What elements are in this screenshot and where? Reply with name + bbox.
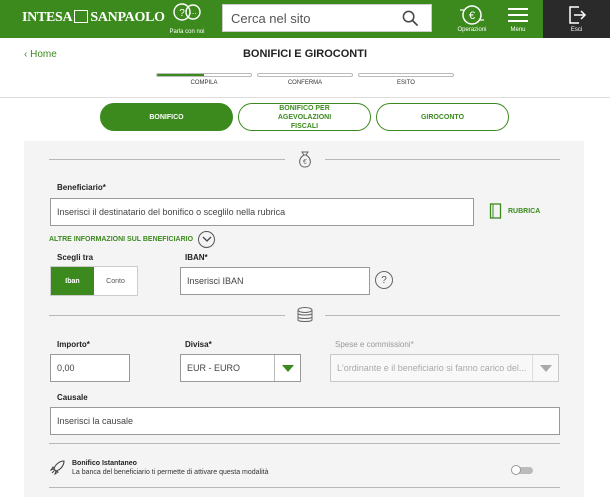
istantaneo-description: La banca del beneficiario ti permette di… <box>72 469 269 476</box>
step-bar <box>257 73 353 77</box>
divisa-select[interactable]: EUR - EURO <box>180 354 301 382</box>
divisa-value: EUR - EURO <box>187 363 241 373</box>
section-rule <box>49 443 560 444</box>
step-label: ESITO <box>397 80 415 86</box>
step-bar <box>358 73 454 77</box>
brand-right: SANPAOLO <box>90 10 165 25</box>
altre-info-label: ALTRE INFORMAZIONI SUL BENEFICIARIO <box>49 236 194 243</box>
beneficiario-input[interactable]: Inserisci il destinatario del bonifico o… <box>50 198 474 226</box>
section-rule <box>325 159 560 160</box>
toggle-knob <box>511 465 521 475</box>
step-bar <box>156 73 252 77</box>
chat-bubbles-icon: ? … <box>168 3 206 29</box>
altre-info-toggle[interactable]: ALTRE INFORMAZIONI SUL BENEFICIARIO <box>49 231 216 248</box>
tab-bonifico-agevolazioni[interactable]: BONIFICO PER AGEVOLAZIONI FISCALI <box>238 103 371 131</box>
importo-label: Importo* <box>57 340 90 349</box>
top-bar: INTESA SANPAOLO ? … Parla con noi € <box>0 0 610 38</box>
exit-button[interactable]: Esci <box>543 0 610 38</box>
menu-label: Menu <box>510 27 526 33</box>
step-label: CONFERMA <box>287 80 323 86</box>
scegli-label: Scegli tra <box>57 253 94 262</box>
talk-button[interactable]: ? … Parla con noi <box>168 3 206 35</box>
brand-mark-icon <box>74 10 89 23</box>
rubrica-label: RUBRICA <box>508 207 541 215</box>
section-rule <box>49 159 285 160</box>
causale-input[interactable]: Inserisci la causale <box>50 407 560 435</box>
divisa-label: Divisa* <box>185 340 212 349</box>
option-conto[interactable]: Conto <box>94 267 137 295</box>
account-type-switch: Iban Conto <box>50 266 138 296</box>
svg-text:€: € <box>303 159 307 166</box>
rocket-icon <box>50 460 65 475</box>
rubrica-button[interactable]: RUBRICA <box>489 203 540 219</box>
caret-down-icon <box>274 355 300 381</box>
chevron-down-icon <box>198 231 216 248</box>
istantaneo-title: Bonifico Istantaneo <box>72 460 137 467</box>
istantaneo-toggle[interactable] <box>511 465 533 475</box>
search-input[interactable] <box>223 5 393 31</box>
exit-label: Esci <box>570 27 583 33</box>
spese-select[interactable]: L'ordinante e il beneficiario si fanno c… <box>330 354 559 382</box>
step-conferma: CONFERMA <box>257 73 353 86</box>
euro-exchange-icon: € <box>452 3 492 27</box>
money-bag-icon: € <box>299 151 311 168</box>
brand-left: INTESA <box>22 10 73 25</box>
importo-input[interactable]: 0,00 <box>50 354 130 382</box>
step-compila: COMPILA <box>156 73 252 86</box>
step-esito: ESITO <box>358 73 454 86</box>
iban-input[interactable]: Inserisci IBAN <box>180 267 370 295</box>
step-label: COMPILA <box>190 80 218 86</box>
hamburger-icon <box>498 3 538 27</box>
svg-text:…: … <box>189 7 197 16</box>
beneficiario-label: Beneficiario* <box>57 183 106 192</box>
operazioni-label: Operazioni <box>457 27 487 33</box>
tab-bonifico[interactable]: BONIFICO <box>100 103 233 131</box>
operazioni-button[interactable]: € Operazioni <box>452 3 492 33</box>
option-iban[interactable]: Iban <box>51 267 94 295</box>
spese-value: L'ordinante e il beneficiario si fanno c… <box>337 363 527 373</box>
menu-button[interactable]: Menu <box>498 3 538 33</box>
spese-label: Spese e commissioni* <box>335 340 414 349</box>
iban-label: IBAN* <box>185 253 208 262</box>
causale-label: Causale <box>57 393 88 402</box>
address-book-icon <box>489 203 502 219</box>
section-rule <box>325 315 560 316</box>
section-rule <box>49 487 560 488</box>
search-icon[interactable] <box>402 10 419 27</box>
brand-logo[interactable]: INTESA SANPAOLO <box>22 10 165 26</box>
help-icon[interactable]: ? <box>375 271 393 289</box>
subheader-divider <box>0 97 610 98</box>
tab-giroconto[interactable]: GIROCONTO <box>376 103 509 131</box>
step-fill <box>157 74 204 76</box>
caret-down-icon <box>532 355 558 381</box>
section-rule <box>49 315 285 316</box>
logout-icon <box>543 3 610 27</box>
talk-label: Parla con noi <box>169 29 205 35</box>
search-box <box>222 4 432 32</box>
svg-text:?: ? <box>179 8 185 19</box>
coins-icon <box>297 307 313 322</box>
page-title: BONIFICI E GIROCONTI <box>242 48 368 60</box>
svg-text:€: € <box>469 10 475 22</box>
